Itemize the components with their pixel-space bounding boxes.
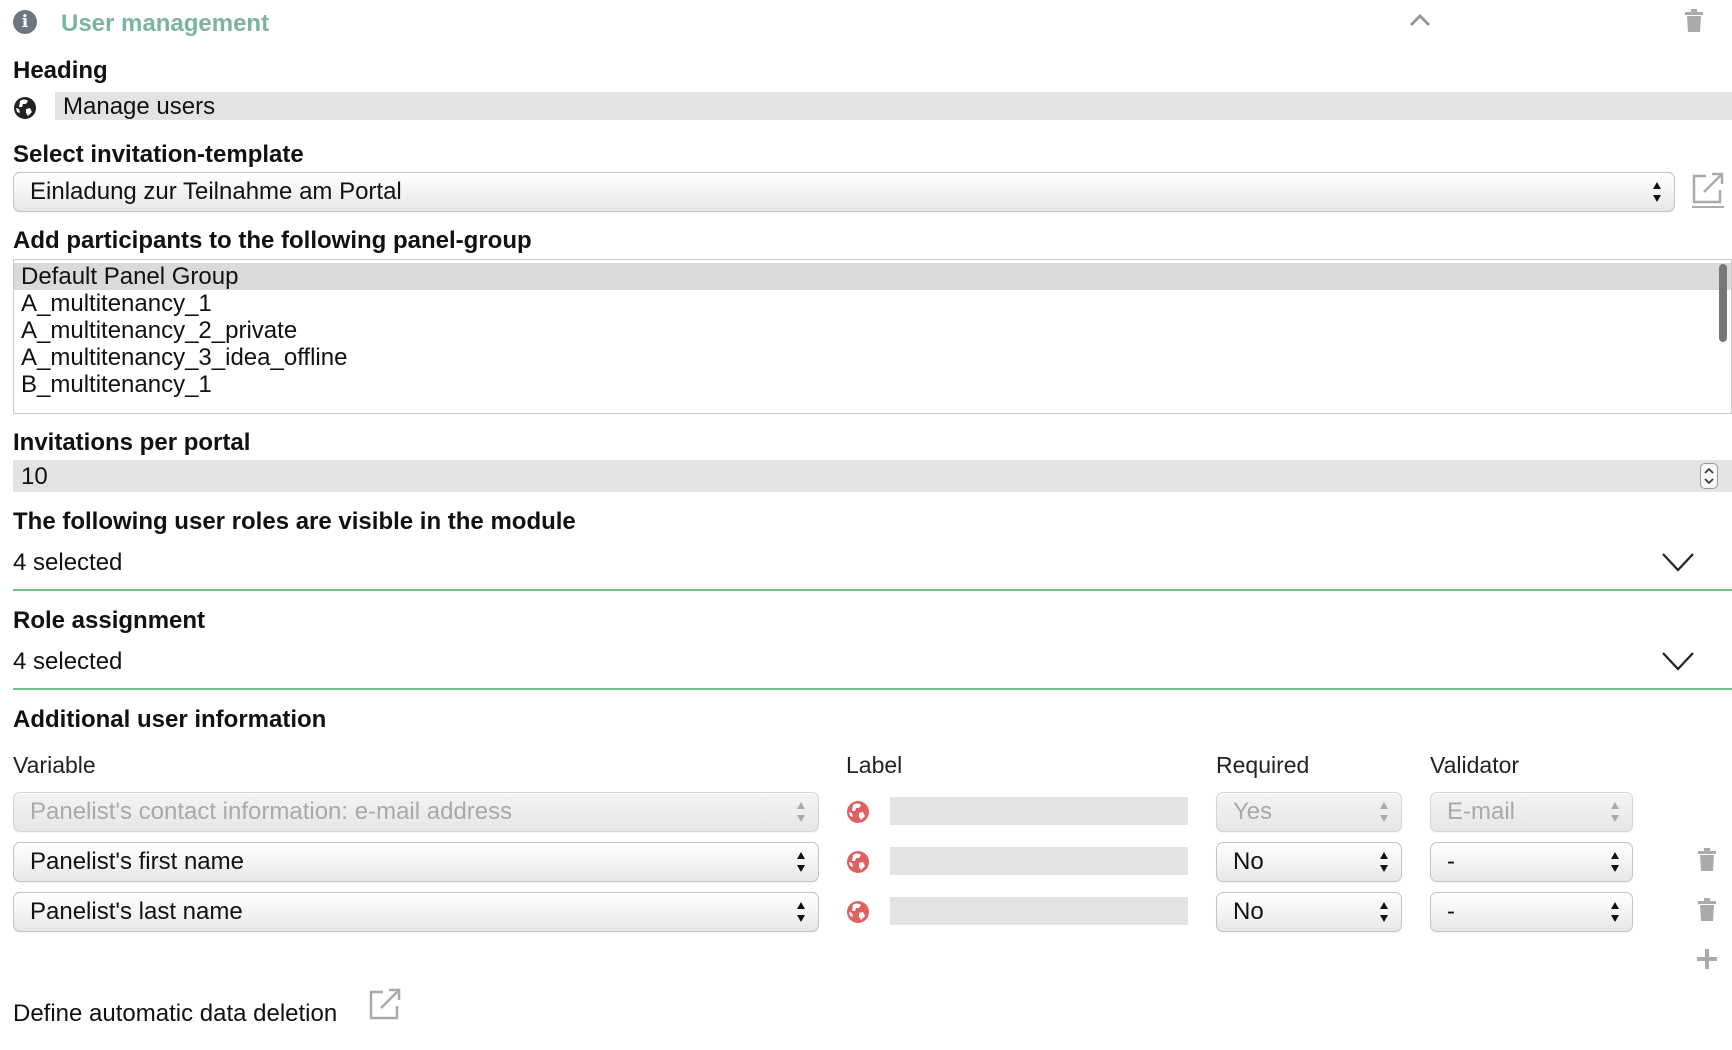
role-assignment-label: Role assignment bbox=[13, 607, 206, 634]
select-arrows-icon bbox=[797, 902, 805, 922]
select-arrows-icon bbox=[797, 802, 805, 822]
required-value: No bbox=[1233, 898, 1264, 925]
visible-roles-value[interactable]: 4 selected bbox=[13, 549, 122, 577]
listbox-scrollbar[interactable] bbox=[1719, 264, 1727, 342]
panel-group-listbox[interactable]: Default Panel Group A_multitenancy_1 A_m… bbox=[13, 259, 1732, 414]
panel-group-option[interactable]: B_multitenancy_1 bbox=[14, 371, 1731, 398]
visible-roles-divider bbox=[13, 589, 1732, 591]
variable-value: Panelist's first name bbox=[30, 848, 244, 875]
variable-value: Panelist's last name bbox=[30, 898, 243, 925]
validator-value: E-mail bbox=[1447, 798, 1516, 825]
variable-select[interactable]: Panelist's last name bbox=[13, 892, 819, 932]
role-assignment-divider bbox=[13, 688, 1732, 690]
heading-input-value: Manage users bbox=[63, 93, 216, 120]
panel-group-label: Add participants to the following panel-… bbox=[13, 227, 532, 254]
validator-select[interactable]: - bbox=[1430, 892, 1633, 932]
delete-row-trash-icon[interactable] bbox=[1697, 848, 1717, 872]
validator-value: - bbox=[1447, 848, 1455, 875]
open-template-external-icon[interactable] bbox=[1690, 170, 1726, 208]
data-deletion-label: Define automatic data deletion bbox=[13, 1000, 338, 1027]
select-arrows-icon bbox=[797, 852, 805, 872]
visible-roles-label: The following user roles are visible in … bbox=[13, 508, 576, 535]
info-icon[interactable]: i bbox=[13, 10, 37, 34]
globe-icon[interactable] bbox=[846, 800, 870, 824]
stepper-arrows-icon bbox=[1704, 467, 1714, 485]
validator-select[interactable]: - bbox=[1430, 842, 1633, 882]
panel-group-option[interactable]: A_multitenancy_2_private bbox=[14, 317, 1731, 344]
add-row-plus-icon[interactable] bbox=[1696, 948, 1718, 970]
heading-input[interactable]: Manage users bbox=[55, 92, 1732, 120]
role-assignment-chevron-down-icon[interactable] bbox=[1661, 650, 1695, 672]
heading-label: Heading bbox=[13, 57, 108, 84]
label-input[interactable] bbox=[890, 897, 1188, 925]
variable-select: Panelist's contact information: e-mail a… bbox=[13, 792, 819, 832]
select-arrows-icon bbox=[1380, 852, 1388, 872]
required-value: Yes bbox=[1233, 798, 1273, 825]
invitations-value: 10 bbox=[21, 463, 48, 490]
validator-value: - bbox=[1447, 898, 1455, 925]
column-header-required: Required bbox=[1216, 752, 1310, 778]
globe-icon[interactable] bbox=[846, 850, 870, 874]
number-stepper[interactable] bbox=[1700, 463, 1718, 489]
variable-value: Panelist's contact information: e-mail a… bbox=[30, 798, 513, 825]
column-header-validator: Validator bbox=[1430, 752, 1520, 778]
invitation-template-label: Select invitation-template bbox=[13, 141, 304, 168]
invitation-template-select[interactable]: Einladung zur Teilnahme am Portal bbox=[13, 172, 1675, 212]
panel-group-option[interactable]: A_multitenancy_1 bbox=[14, 290, 1731, 317]
panel-group-option[interactable]: Default Panel Group bbox=[14, 263, 1731, 290]
select-arrows-icon bbox=[1653, 182, 1661, 202]
validator-select: E-mail bbox=[1430, 792, 1633, 832]
delete-module-trash-icon[interactable] bbox=[1684, 9, 1704, 33]
required-select[interactable]: No bbox=[1216, 842, 1402, 882]
invitations-number-input[interactable]: 10 bbox=[13, 460, 1732, 492]
column-header-variable: Variable bbox=[13, 752, 96, 778]
required-select[interactable]: No bbox=[1216, 892, 1402, 932]
visible-roles-chevron-down-icon[interactable] bbox=[1661, 551, 1695, 573]
required-value: No bbox=[1233, 848, 1264, 875]
module-title: User management bbox=[61, 10, 270, 37]
invitation-template-value: Einladung zur Teilnahme am Portal bbox=[30, 178, 402, 205]
collapse-chevron-icon[interactable] bbox=[1408, 12, 1432, 28]
label-input[interactable] bbox=[890, 797, 1188, 825]
data-deletion-external-link-icon[interactable] bbox=[367, 986, 403, 1022]
select-arrows-icon bbox=[1611, 802, 1619, 822]
additional-info-label: Additional user information bbox=[13, 706, 327, 733]
globe-icon[interactable] bbox=[846, 900, 870, 924]
required-select: Yes bbox=[1216, 792, 1402, 832]
panel-group-option[interactable]: A_multitenancy_3_idea_offline bbox=[14, 344, 1731, 371]
select-arrows-icon bbox=[1380, 902, 1388, 922]
label-input[interactable] bbox=[890, 847, 1188, 875]
select-arrows-icon bbox=[1611, 852, 1619, 872]
variable-select[interactable]: Panelist's first name bbox=[13, 842, 819, 882]
delete-row-trash-icon[interactable] bbox=[1697, 898, 1717, 922]
invitations-label: Invitations per portal bbox=[13, 429, 251, 456]
role-assignment-value[interactable]: 4 selected bbox=[13, 648, 122, 676]
globe-icon[interactable] bbox=[13, 96, 37, 120]
select-arrows-icon bbox=[1611, 902, 1619, 922]
column-header-label: Label bbox=[846, 752, 903, 778]
select-arrows-icon bbox=[1380, 802, 1388, 822]
